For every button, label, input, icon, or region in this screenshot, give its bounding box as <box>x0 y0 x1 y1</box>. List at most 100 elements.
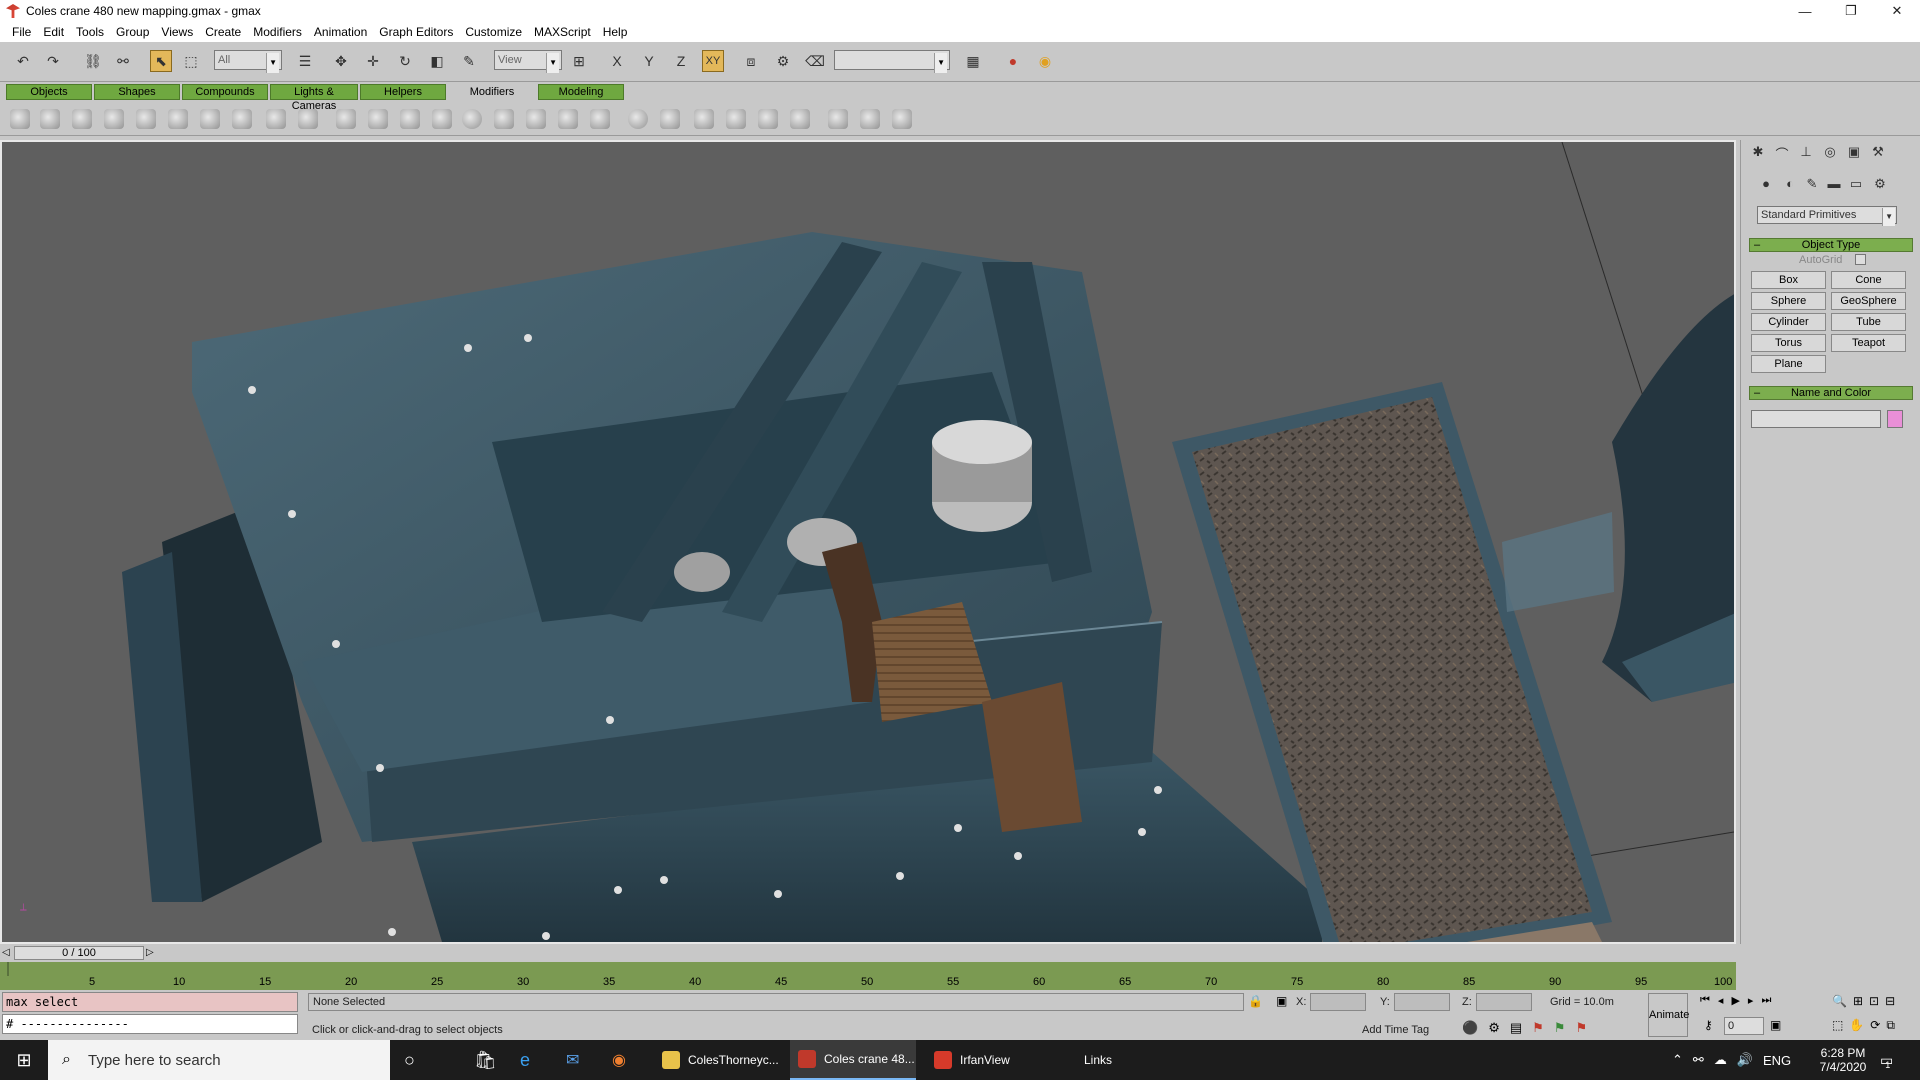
zoom-extents-all-icon[interactable]: ⊟ <box>1885 994 1895 1008</box>
wave-icon[interactable] <box>298 109 318 129</box>
lattice-icon[interactable] <box>494 109 514 129</box>
name-and-color-rollout[interactable]: – Name and Color <box>1749 386 1913 400</box>
time-slider-thumb[interactable]: 0 / 100 <box>14 946 144 960</box>
axis-xy-button[interactable]: XY <box>702 50 724 72</box>
menu-tools[interactable]: Tools <box>70 25 110 39</box>
systems-icon[interactable]: ⚙ <box>1871 176 1889 194</box>
uvw-map-icon[interactable] <box>628 109 648 129</box>
stretch-icon[interactable] <box>136 109 156 129</box>
menu-group[interactable]: Group <box>110 25 155 39</box>
links-toolbar[interactable]: Links <box>1084 1040 1112 1080</box>
torus-button[interactable]: Torus <box>1751 334 1826 352</box>
xform-icon[interactable] <box>526 109 546 129</box>
geometry-icon[interactable]: ● <box>1757 176 1775 194</box>
mesh-select-icon[interactable] <box>558 109 578 129</box>
z-coordinate-field[interactable] <box>1476 993 1532 1011</box>
taper-icon[interactable] <box>40 109 60 129</box>
selection-filter-combo[interactable]: All <box>214 50 282 73</box>
time-config-icon[interactable]: ▣ <box>1770 1018 1781 1032</box>
maximize-button[interactable]: ❐ <box>1828 0 1874 22</box>
cone-button[interactable]: Cone <box>1831 271 1906 289</box>
language-indicator[interactable]: ENG <box>1763 1053 1791 1068</box>
set-key-icon[interactable]: ⚑ <box>1575 1020 1587 1036</box>
unlink-icon[interactable]: ⚯ <box>112 50 134 72</box>
maxscript-listener-input[interactable]: max select <box>2 992 298 1012</box>
move-icon[interactable]: ✛ <box>362 50 384 72</box>
speaker-icon[interactable]: 🔊 <box>1737 1052 1753 1068</box>
spinner-snap-icon[interactable]: ⚑ <box>1532 1020 1544 1036</box>
checker-icon[interactable] <box>860 109 880 129</box>
object-type-rollout[interactable]: – Object Type <box>1749 238 1913 252</box>
smooth-icon[interactable] <box>726 109 746 129</box>
goto-start-icon[interactable]: ⏮ <box>1700 994 1710 1007</box>
cameras-icon[interactable]: ▬ <box>1825 176 1843 194</box>
menu-graph-editors[interactable]: Graph Editors <box>373 25 459 39</box>
rotate-icon[interactable]: ↻ <box>394 50 416 72</box>
create-panel-icon[interactable]: ✱ <box>1749 144 1767 162</box>
menu-customize[interactable]: Customize <box>459 25 528 39</box>
animate-button[interactable]: Animate <box>1648 993 1689 1037</box>
select-by-name-icon[interactable]: ☰ <box>294 50 316 72</box>
utilities-panel-icon[interactable]: ⚒ <box>1869 144 1887 162</box>
menu-edit[interactable]: Edit <box>37 25 70 39</box>
zoom-all-icon[interactable]: ⊞ <box>1853 994 1863 1008</box>
menu-create[interactable]: Create <box>199 25 247 39</box>
add-time-tag-button[interactable]: Add Time Tag <box>1362 1024 1429 1036</box>
taskbar-app-irfanview[interactable]: IrfanView <box>926 1040 1052 1080</box>
tab-compounds[interactable]: Compounds <box>182 84 268 100</box>
track-view-icon[interactable]: ▦ <box>962 50 984 72</box>
unwrap-uvw-icon[interactable] <box>660 109 680 129</box>
redo-icon[interactable]: ↷ <box>42 50 64 72</box>
geosphere-button[interactable]: GeoSphere <box>1831 292 1906 310</box>
undo-icon[interactable]: ↶ <box>12 50 34 72</box>
box-button[interactable]: Box <box>1751 271 1826 289</box>
select-object-icon[interactable]: ⬉ <box>150 50 172 72</box>
extrude-icon[interactable] <box>828 109 848 129</box>
object-name-input[interactable] <box>1751 410 1881 428</box>
material-editor-icon[interactable]: ● <box>1002 50 1024 72</box>
spherify-icon[interactable] <box>462 109 482 129</box>
optimize-icon[interactable] <box>694 109 714 129</box>
render-icon[interactable]: ◉ <box>1034 50 1056 72</box>
hierarchy-panel-icon[interactable]: ⊥ <box>1797 144 1815 162</box>
eraser-icon[interactable]: ⌫ <box>804 50 826 72</box>
tab-lights-cameras[interactable]: Lights & Cameras <box>270 84 358 112</box>
key-mode-icon[interactable]: ⚷ <box>1704 1018 1713 1032</box>
teapot-button[interactable]: Teapot <box>1831 334 1906 352</box>
cortana-icon[interactable]: ○ <box>404 1040 415 1080</box>
tab-modeling[interactable]: Modeling <box>538 84 624 100</box>
mail-icon[interactable]: ✉ <box>566 1040 579 1080</box>
object-color-swatch[interactable] <box>1887 410 1903 428</box>
snap-icon[interactable]: ⚫ <box>1462 1020 1478 1036</box>
shell-icon[interactable] <box>400 109 420 129</box>
skew-icon[interactable] <box>336 109 356 129</box>
normal-icon[interactable] <box>790 109 810 129</box>
tab-helpers[interactable]: Helpers <box>360 84 446 100</box>
tube-button[interactable]: Tube <box>1831 313 1906 331</box>
helpers-icon[interactable]: ▭ <box>1847 176 1865 194</box>
axis-x-button[interactable]: X <box>606 50 628 72</box>
named-selection-combo[interactable] <box>834 50 950 73</box>
absolute-mode-icon[interactable]: ▣ <box>1276 994 1287 1008</box>
firefox-icon[interactable]: ◉ <box>612 1040 626 1080</box>
windows-start-icon[interactable]: ⊞ <box>0 1040 48 1080</box>
select-move-icon[interactable]: ✥ <box>330 50 352 72</box>
track-bar[interactable]: 5 10 15 20 25 30 35 40 45 50 55 60 65 70… <box>0 962 1736 990</box>
menu-animation[interactable]: Animation <box>308 25 373 39</box>
maxscript-listener-output[interactable]: # --------------- <box>2 1014 298 1034</box>
taskbar-search[interactable]: ⌕ Type here to search <box>48 1040 390 1080</box>
slider-prev-icon[interactable]: ◁ <box>2 947 10 958</box>
clock[interactable]: 6:28 PM 7/4/2020 <box>1808 1040 1878 1080</box>
store-icon[interactable]: 🛍 <box>474 1040 497 1080</box>
material-id-icon[interactable] <box>892 109 912 129</box>
tab-objects[interactable]: Objects <box>6 84 92 100</box>
prev-frame-icon[interactable]: ◂ <box>1718 994 1724 1007</box>
menu-views[interactable]: Views <box>155 25 199 39</box>
mirror-icon[interactable]: ⧈ <box>740 50 762 72</box>
show-hidden-icons[interactable]: ⌃ <box>1672 1052 1683 1068</box>
axis-z-button[interactable]: Z <box>670 50 692 72</box>
goto-end-icon[interactable]: ⏭ <box>1761 994 1771 1007</box>
tab-shapes[interactable]: Shapes <box>94 84 180 100</box>
menu-file[interactable]: File <box>6 25 37 39</box>
current-frame-field[interactable]: 0 <box>1724 1017 1764 1035</box>
